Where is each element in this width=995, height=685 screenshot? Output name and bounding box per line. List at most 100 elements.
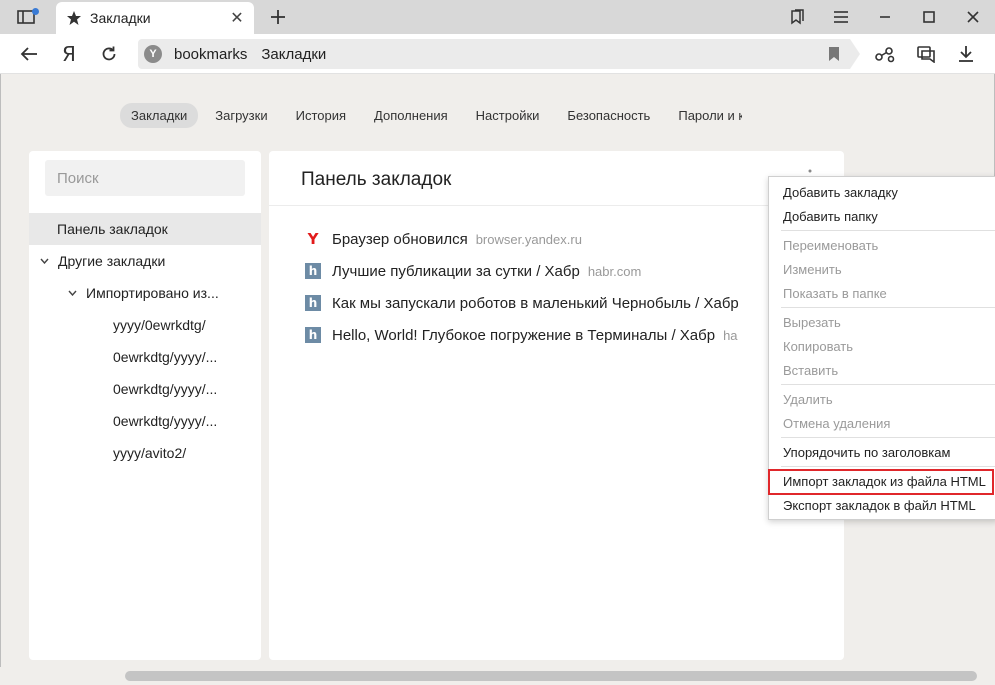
folder-item[interactable]: 0ewrkdtg/yyyy/... (29, 373, 261, 405)
menu-icon (834, 11, 848, 23)
tab-close-icon[interactable]: ✕ (226, 7, 248, 29)
yandex-home-button[interactable]: Я (54, 40, 84, 68)
habr-icon: h (305, 327, 321, 343)
folder-label: yyyy/avito2/ (113, 445, 187, 461)
add-bookmark-icon[interactable] (828, 46, 840, 67)
habr-icon: h (305, 263, 321, 279)
bookmark-row[interactable]: h Hello, World! Глубокое погружение в Те… (305, 321, 839, 349)
folder-label: Импортировано из... (86, 285, 219, 301)
menu-item-paste: Вставить (783, 362, 839, 378)
menu-item-add-folder[interactable]: Добавить папку (769, 204, 995, 228)
settings-tab-passwords[interactable]: Пароли и ка (667, 103, 742, 128)
menu-item-rename: Переименовать (783, 237, 879, 253)
maximize-icon (923, 11, 935, 23)
divider (269, 205, 844, 206)
yandex-icon: Y (307, 230, 319, 248)
settings-tab-history[interactable]: История (285, 103, 357, 128)
folder-label: 0ewrkdtg/yyyy/... (113, 413, 218, 429)
address-bar-arrow (850, 39, 860, 69)
settings-tab-security[interactable]: Безопасность (556, 103, 661, 128)
collections-icon (917, 46, 935, 63)
window-edge-left (0, 74, 1, 685)
menu-separator (781, 437, 995, 438)
settings-tab-extensions[interactable]: Дополнения (363, 103, 459, 128)
context-menu: Добавить закладку Добавить папку Переиме… (768, 176, 995, 520)
site-info-icon[interactable]: Y (144, 45, 162, 63)
bookmark-title: Как мы запускали роботов в маленький Чер… (332, 294, 739, 312)
collections-button[interactable] (911, 40, 941, 68)
downloads-button[interactable] (951, 40, 981, 68)
maximize-button[interactable] (907, 0, 951, 34)
settings-tab-settings[interactable]: Настройки (465, 103, 551, 128)
settings-tab-downloads[interactable]: Загрузки (204, 103, 278, 128)
back-arrow-icon (20, 47, 37, 61)
address-host: bookmarks (174, 45, 248, 63)
horizontal-scrollbar[interactable] (0, 667, 995, 685)
folder-item[interactable]: yyyy/avito2/ (29, 437, 261, 469)
minimize-icon (880, 16, 890, 18)
search-input[interactable] (45, 160, 245, 196)
menu-item-cut: Вырезать (783, 314, 841, 330)
menu-separator (781, 307, 995, 308)
menu-item-sort-by-title[interactable]: Упорядочить по заголовкам (769, 440, 995, 464)
more-options-icon[interactable] (806, 167, 814, 175)
bookmarks-list-panel: Панель закладок Y Браузер обновился brow… (269, 151, 844, 660)
yandex-logo-icon: Я (62, 42, 76, 66)
bookmark-url: habr.com (587, 263, 642, 279)
bookmark-row[interactable]: h Как мы запускали роботов в маленький Ч… (305, 289, 839, 317)
chevron-down-icon[interactable] (68, 288, 80, 299)
share-icon (875, 47, 895, 63)
page-title: Панель закладок (301, 169, 452, 190)
bookmark-url: browser.yandex.ru (475, 231, 582, 247)
highlight-frame (768, 469, 994, 495)
menu-item-export-html[interactable]: Экспорт закладок в файл HTML (769, 493, 995, 517)
menu-item-show-in-folder: Показать в папке (783, 285, 887, 301)
chevron-down-icon[interactable] (40, 256, 52, 267)
menu-item-add-bookmark[interactable]: Добавить закладку (769, 180, 995, 204)
sidebar-toggle-button[interactable] (8, 5, 44, 29)
folder-label: 0ewrkdtg/yyyy/... (113, 349, 218, 365)
bookmark-row[interactable]: Y Браузер обновился browser.yandex.ru (305, 225, 839, 253)
settings-tabs: Закладки Загрузки История Дополнения Нас… (120, 100, 742, 130)
folder-bookmarks-bar[interactable]: Панель закладок (29, 213, 261, 245)
reload-icon (102, 46, 116, 61)
bookmarks-icon (791, 9, 804, 25)
tab-title: Закладки (90, 10, 151, 26)
minimize-button[interactable] (863, 0, 907, 34)
new-tab-button[interactable] (266, 5, 290, 29)
bookmark-folders-panel: Панель закладок Другие закладки Импортир… (29, 151, 261, 660)
scrollbar-thumb[interactable] (125, 671, 977, 681)
close-window-button[interactable] (951, 0, 995, 34)
folder-imported[interactable]: Импортировано из... (29, 277, 261, 309)
folder-label: Другие закладки (58, 253, 166, 269)
download-icon (959, 46, 973, 62)
menu-item-edit: Изменить (783, 261, 842, 277)
notification-dot (32, 8, 39, 15)
menu-button[interactable] (819, 0, 863, 34)
tab-bookmarks[interactable]: Закладки ✕ (56, 2, 254, 34)
bookmark-title: Браузер обновился (332, 230, 468, 248)
reload-button[interactable] (94, 40, 124, 68)
folder-item[interactable]: yyyy/0ewrkdtg/ (29, 309, 261, 341)
folder-item[interactable]: 0ewrkdtg/yyyy/... (29, 341, 261, 373)
bookmark-row[interactable]: h Лучшие публикации за сутки / Хабр habr… (305, 257, 839, 285)
folder-label: 0ewrkdtg/yyyy/... (113, 381, 218, 397)
address-page-title: Закладки (261, 45, 327, 63)
folder-item[interactable]: 0ewrkdtg/yyyy/... (29, 405, 261, 437)
menu-item-undo-delete: Отмена удаления (783, 415, 891, 431)
menu-separator (781, 384, 995, 385)
navigation-bar: Я Y bookmarks Закладки (0, 34, 995, 74)
habr-icon: h (305, 295, 321, 311)
bookmark-url: ha (723, 327, 738, 343)
bookmarks-window-button[interactable] (775, 0, 819, 34)
settings-tab-bookmarks[interactable]: Закладки (120, 102, 199, 128)
folder-other-bookmarks[interactable]: Другие закладки (29, 245, 261, 277)
menu-item-copy: Копировать (783, 338, 853, 354)
extensions-button[interactable] (870, 40, 900, 68)
address-bar[interactable]: Y bookmarks Закладки (138, 39, 850, 69)
star-icon (67, 11, 81, 25)
back-button[interactable] (14, 40, 44, 68)
bookmark-title: Лучшие публикации за сутки / Хабр (332, 262, 580, 280)
menu-separator (781, 466, 995, 467)
menu-separator (781, 230, 995, 231)
